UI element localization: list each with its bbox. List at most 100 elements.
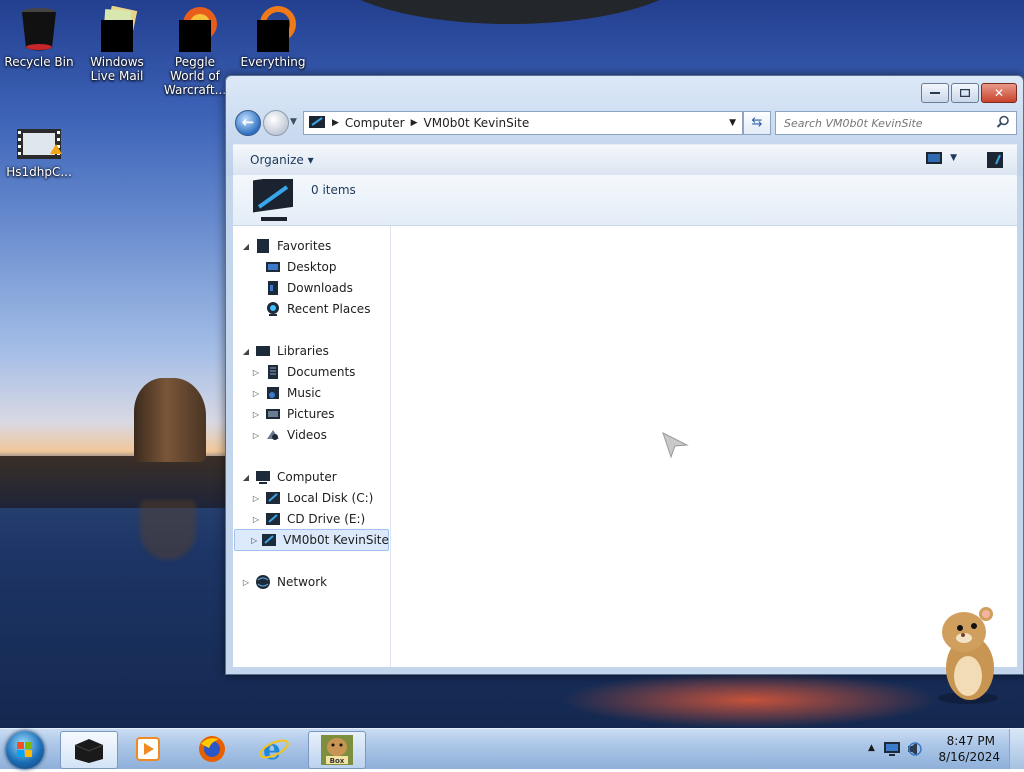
mouse-cursor-icon [662, 432, 689, 459]
breadcrumb-separator-icon[interactable]: ▶ [332, 118, 339, 128]
tree-label: Favorites [277, 239, 332, 253]
desktop-icon-label: Peggle World of Warcraft... [163, 55, 227, 97]
taskbar-firefox-button[interactable] [184, 731, 240, 767]
back-button[interactable]: ← [235, 110, 261, 136]
wallpaper-sunset-glow [560, 672, 940, 728]
tree-item-local-disk[interactable]: ▷ Local Disk (C:) [251, 488, 373, 508]
organize-button[interactable]: Organize ▾ [250, 153, 314, 167]
music-icon [265, 385, 281, 401]
recycle-bin-icon [16, 6, 62, 52]
breadcrumb-separator-icon[interactable]: ▶ [411, 118, 418, 128]
tree-item-vm-site[interactable]: ▷ VM0b0t KevinSite [234, 529, 389, 551]
tree-item-computer[interactable]: ◢ Computer [241, 467, 337, 487]
pictures-icon [265, 406, 281, 422]
expand-icon[interactable]: ▷ [251, 431, 261, 440]
tree-label: Music [287, 386, 322, 400]
back-arrow-icon: ← [241, 113, 255, 131]
tree-label: Pictures [287, 407, 335, 421]
expand-icon[interactable]: ▷ [251, 494, 261, 503]
navigation-bar: ← ▼ ▶ Computer ▶ VM0b0t KevinSite ▼ ⇆ [233, 108, 1017, 136]
tree-label: Documents [287, 365, 356, 379]
explorer-window[interactable]: ✕ ← ▼ ▶ Computer ▶ VM0b0t KevinSite ▼ ⇆ … [225, 75, 1024, 675]
breadcrumb-computer[interactable]: Computer [345, 116, 405, 130]
tree-item-libraries[interactable]: ◢ Libraries [241, 341, 329, 361]
taskbar-internet-explorer-button[interactable]: e [246, 731, 302, 767]
notification-area: ▲ 8:47 PM 8/16/2024 [844, 729, 1024, 769]
maximize-button[interactable] [951, 83, 979, 103]
navigation-pane[interactable]: ◢ Favorites Desktop Downloads Recent Pla… [233, 226, 391, 667]
hamster-desktop-pet[interactable] [928, 602, 1008, 706]
address-dropdown-icon[interactable]: ▼ [729, 118, 736, 128]
documents-icon [265, 364, 281, 380]
expand-icon[interactable]: ▷ [251, 389, 261, 398]
network-location-icon [253, 179, 293, 221]
close-icon: ✕ [993, 86, 1005, 100]
taskbar-media-player-button[interactable] [120, 731, 176, 767]
collapse-icon[interactable]: ◢ [241, 242, 251, 251]
tree-item-network[interactable]: ▷ Network [241, 572, 327, 592]
taskbar-box-app-button[interactable]: Box [308, 731, 366, 769]
recent-pages-dropdown-icon[interactable]: ▼ [290, 117, 297, 127]
maximize-icon [960, 89, 970, 97]
search-icon[interactable] [996, 115, 1010, 129]
tree-item-downloads[interactable]: Downloads [251, 278, 353, 298]
videos-icon [265, 427, 281, 443]
desktop-icon-peggle[interactable]: Peggle World of Warcraft... [156, 6, 234, 97]
preview-pane-icon [987, 152, 1003, 168]
network-status-icon[interactable] [884, 742, 900, 756]
windows-logo-icon [17, 742, 32, 757]
tree-item-documents[interactable]: ▷ Documents [251, 362, 355, 382]
tree-item-music[interactable]: ▷ Music [251, 383, 321, 403]
minimize-button[interactable] [921, 83, 949, 103]
desktop-icon-video-file[interactable]: Hs1dhpC... [0, 126, 78, 179]
mail-icon [94, 6, 140, 52]
tree-item-pictures[interactable]: ▷ Pictures [251, 404, 335, 424]
details-header: 0 items [233, 175, 1017, 226]
media-player-icon [136, 737, 160, 761]
firefox-icon [199, 736, 225, 762]
desktop-icon-windows-live-mail[interactable]: Windows Live Mail [78, 6, 156, 83]
tree-label: Local Disk (C:) [287, 491, 374, 505]
forward-button[interactable] [263, 110, 289, 136]
address-bar[interactable]: ▶ Computer ▶ VM0b0t KevinSite ▼ [303, 111, 743, 135]
breadcrumb-vm-site[interactable]: VM0b0t KevinSite [424, 116, 530, 130]
expand-icon[interactable]: ▷ [251, 410, 261, 419]
tree-label: Libraries [277, 344, 329, 358]
search-box[interactable] [775, 111, 1017, 135]
volume-icon[interactable] [906, 740, 922, 758]
change-view-button[interactable]: ▼ [926, 152, 957, 164]
tree-label: Desktop [287, 260, 337, 274]
desktop-icon-label: Windows Live Mail [90, 55, 144, 83]
explorer-icon [74, 739, 104, 763]
collapse-icon[interactable]: ◢ [241, 347, 251, 356]
file-list-area[interactable] [391, 226, 1017, 667]
refresh-button[interactable]: ⇆ [743, 111, 771, 135]
tree-item-favorites[interactable]: ◢ Favorites [241, 236, 331, 256]
clock-time[interactable]: 8:47 PM [947, 734, 995, 748]
preview-pane-button[interactable] [987, 152, 1003, 171]
taskbar: e Box ▲ 8:47 PM 8/16/2024 [0, 728, 1024, 769]
clock-date[interactable]: 8/16/2024 [938, 750, 1000, 764]
close-button[interactable]: ✕ [981, 83, 1017, 103]
tree-label: Videos [287, 428, 327, 442]
start-button[interactable] [6, 731, 44, 769]
expand-icon[interactable]: ▷ [241, 578, 251, 587]
taskbar-explorer-button[interactable] [60, 731, 118, 769]
expand-icon[interactable]: ▷ [251, 515, 261, 524]
collapse-icon[interactable]: ◢ [241, 473, 251, 482]
tree-item-recent-places[interactable]: Recent Places [251, 299, 370, 319]
item-count: 0 items [311, 183, 356, 197]
show-desktop-button[interactable] [1009, 729, 1024, 769]
search-input[interactable] [782, 115, 996, 131]
desktop-icon-everything[interactable]: Everything [234, 6, 312, 69]
tree-item-desktop[interactable]: Desktop [251, 257, 337, 277]
expand-icon[interactable]: ▷ [251, 536, 257, 545]
show-hidden-icons-icon[interactable]: ▲ [868, 743, 875, 753]
tree-item-cd-drive[interactable]: ▷ CD Drive (E:) [251, 509, 365, 529]
expand-icon[interactable]: ▷ [251, 368, 261, 377]
desktop-icon-recycle-bin[interactable]: Recycle Bin [0, 6, 78, 69]
tree-item-videos[interactable]: ▷ Videos [251, 425, 327, 445]
tree-label: Computer [277, 470, 337, 484]
internet-explorer-icon: e [259, 734, 289, 764]
favorites-star-icon [255, 238, 271, 254]
